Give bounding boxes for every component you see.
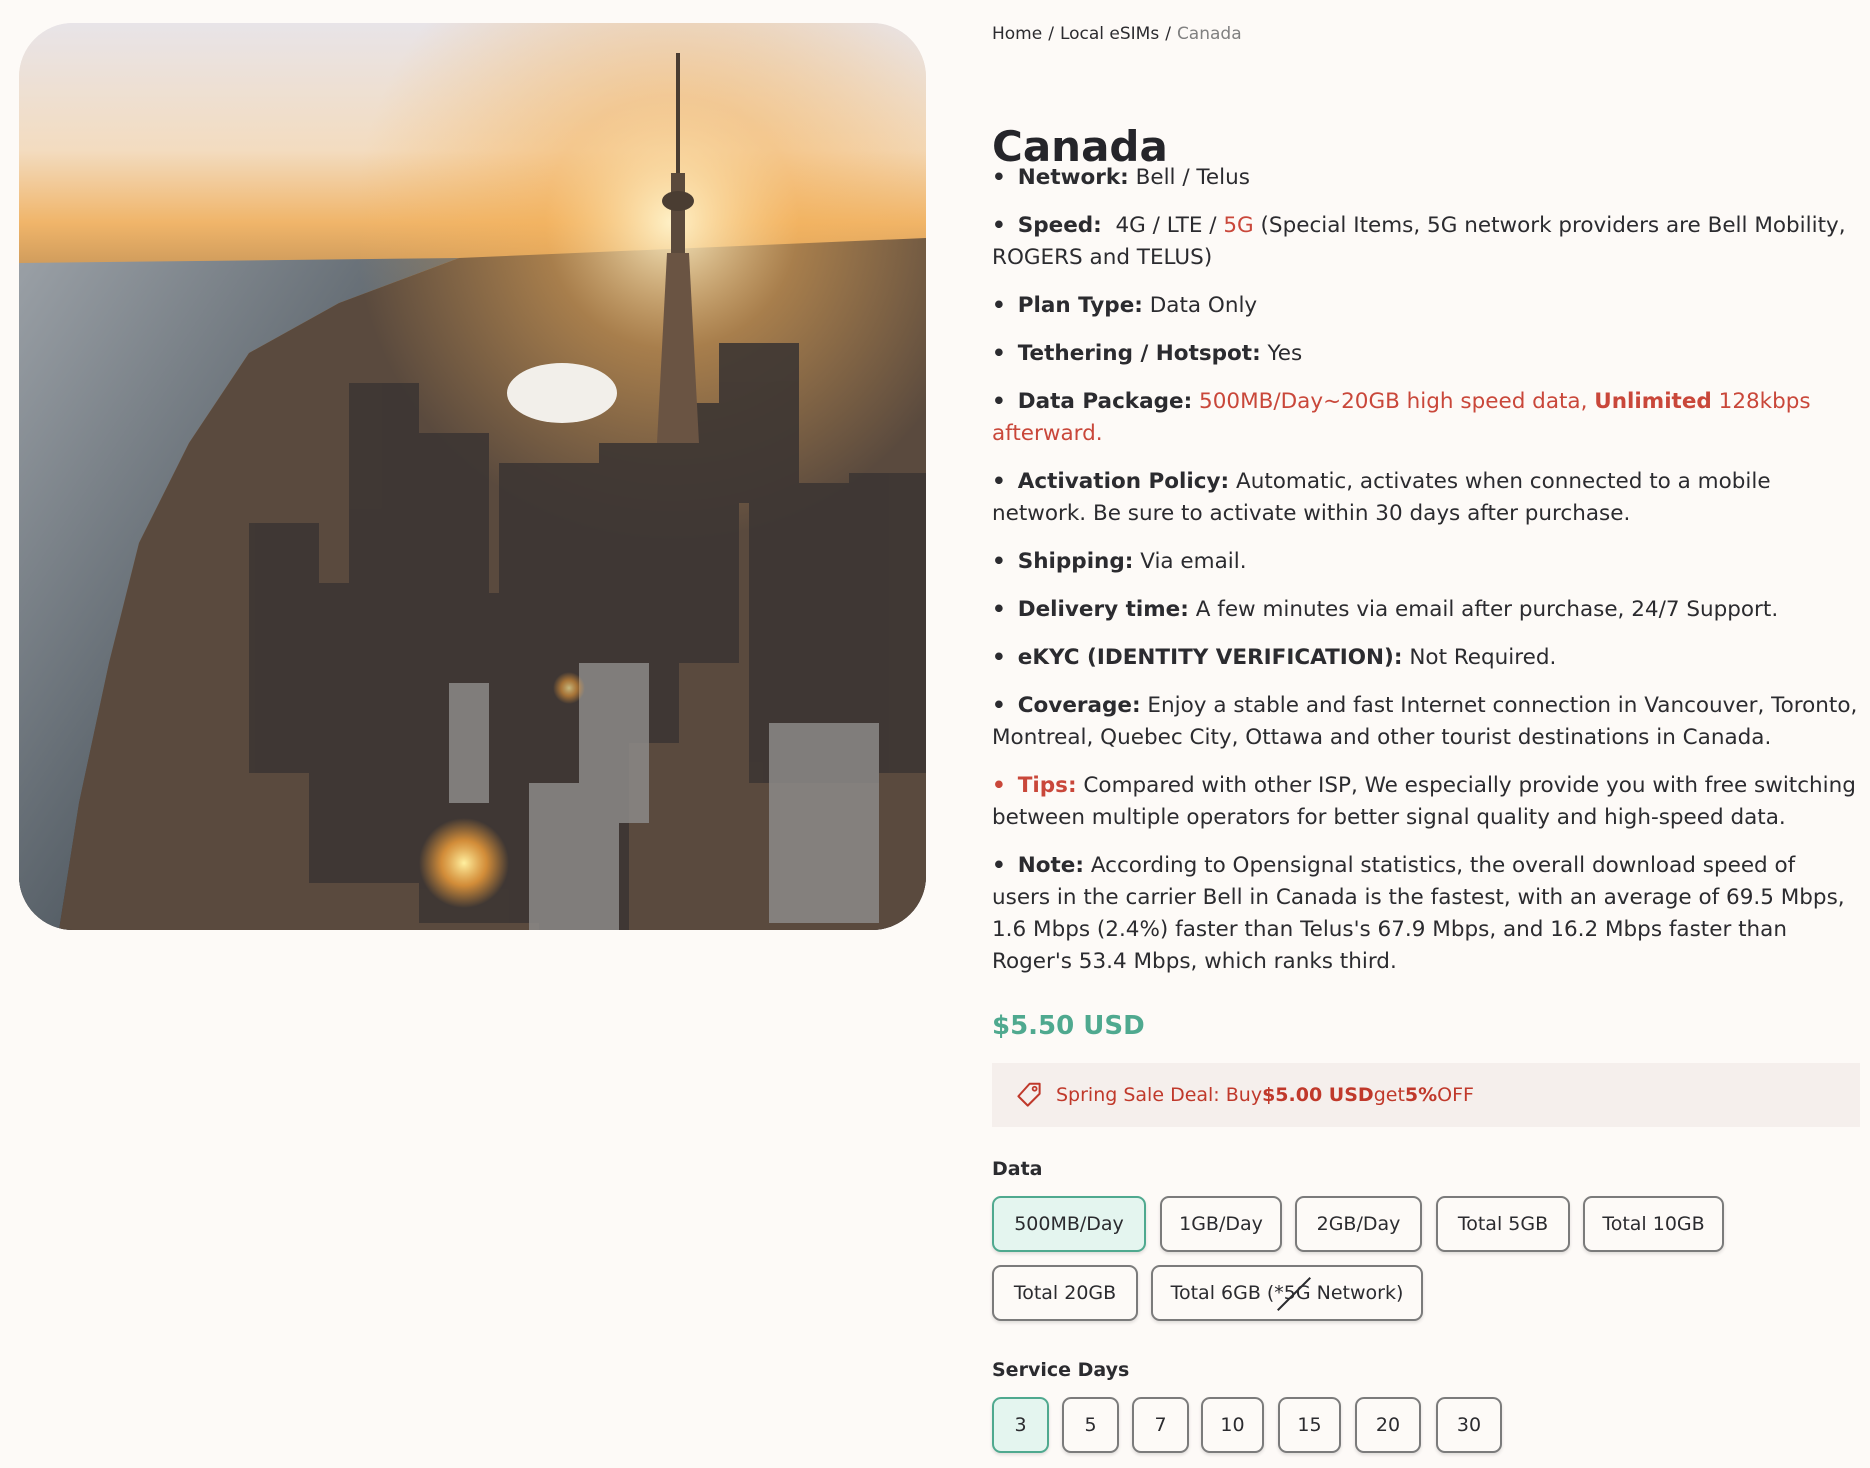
days-option-5[interactable]: 5 [1062, 1397, 1119, 1453]
tag-icon [1017, 1082, 1041, 1107]
deal-middle: get [1373, 1084, 1405, 1106]
data-option-total-20gb[interactable]: Total 20GB [992, 1265, 1138, 1321]
deal-percent: 5% [1404, 1084, 1438, 1106]
service-days-label: Service Days [992, 1359, 1130, 1381]
deal-prefix: Spring Sale Deal: Buy [1056, 1084, 1263, 1106]
data-option-total-10gb[interactable]: Total 10GB [1583, 1196, 1724, 1252]
feature-coverage: Coverage: Enjoy a stable and fast Intern… [992, 690, 1860, 754]
feature-ekyc: eKYC (IDENTITY VERIFICATION): Not Requir… [992, 642, 1860, 674]
data-option-2gb-day[interactable]: 2GB/Day [1295, 1196, 1422, 1252]
feature-delivery-time: Delivery time: A few minutes via email a… [992, 594, 1860, 626]
breadcrumb-separator: / [1048, 24, 1054, 44]
breadcrumb-home[interactable]: Home [992, 24, 1042, 44]
data-options-label: Data [992, 1158, 1043, 1180]
feature-plan-type: Plan Type: Data Only [992, 290, 1860, 322]
breadcrumb-local-esims[interactable]: Local eSIMs [1060, 24, 1159, 44]
toronto-skyline-illustration [19, 23, 926, 930]
feature-data-package: Data Package: 500MB/Day~20GB high speed … [992, 386, 1860, 450]
feature-list: Network: Bell / Telus Speed: 4G / LTE / … [992, 162, 1860, 994]
data-option-500mb-day[interactable]: 500MB/Day [992, 1196, 1146, 1252]
feature-note: Note: According to Opensignal statistics… [992, 850, 1860, 978]
breadcrumb-current: Canada [1176, 24, 1242, 44]
days-option-10[interactable]: 10 [1201, 1397, 1264, 1453]
feature-speed: Speed: 4G / LTE / 5G (Special Items, 5G … [992, 210, 1860, 274]
deal-suffix: OFF [1437, 1084, 1474, 1106]
feature-tips: Tips: Compared with other ISP, We especi… [992, 770, 1860, 834]
data-option-total-6gb-5g[interactable]: Total 6GB (*5G Network) [1151, 1265, 1423, 1321]
data-option-total-5gb[interactable]: Total 5GB [1436, 1196, 1570, 1252]
deal-amount: $5.00 USD [1262, 1084, 1374, 1106]
data-option-1gb-day[interactable]: 1GB/Day [1160, 1196, 1282, 1252]
days-option-7[interactable]: 7 [1132, 1397, 1189, 1453]
breadcrumb-separator: / [1165, 24, 1171, 44]
days-option-15[interactable]: 15 [1278, 1397, 1341, 1453]
product-image [19, 23, 926, 930]
sale-deal-banner: Spring Sale Deal: Buy $5.00 USD get 5% O… [992, 1063, 1860, 1127]
product-price: $5.50 USD [992, 1011, 1145, 1041]
feature-network: Network: Bell / Telus [992, 162, 1860, 194]
breadcrumb: Home / Local eSIMs / Canada [992, 22, 1860, 46]
product-info: Home/Local eSIMs/Canada Canada Network: … [992, 22, 1860, 974]
feature-shipping: Shipping: Via email. [992, 546, 1860, 578]
days-option-20[interactable]: 20 [1355, 1397, 1421, 1453]
days-option-3[interactable]: 3 [992, 1397, 1049, 1453]
feature-tethering: Tethering / Hotspot: Yes [992, 338, 1860, 370]
days-option-30[interactable]: 30 [1436, 1397, 1502, 1453]
feature-activation-policy: Activation Policy: Automatic, activates … [992, 466, 1860, 530]
